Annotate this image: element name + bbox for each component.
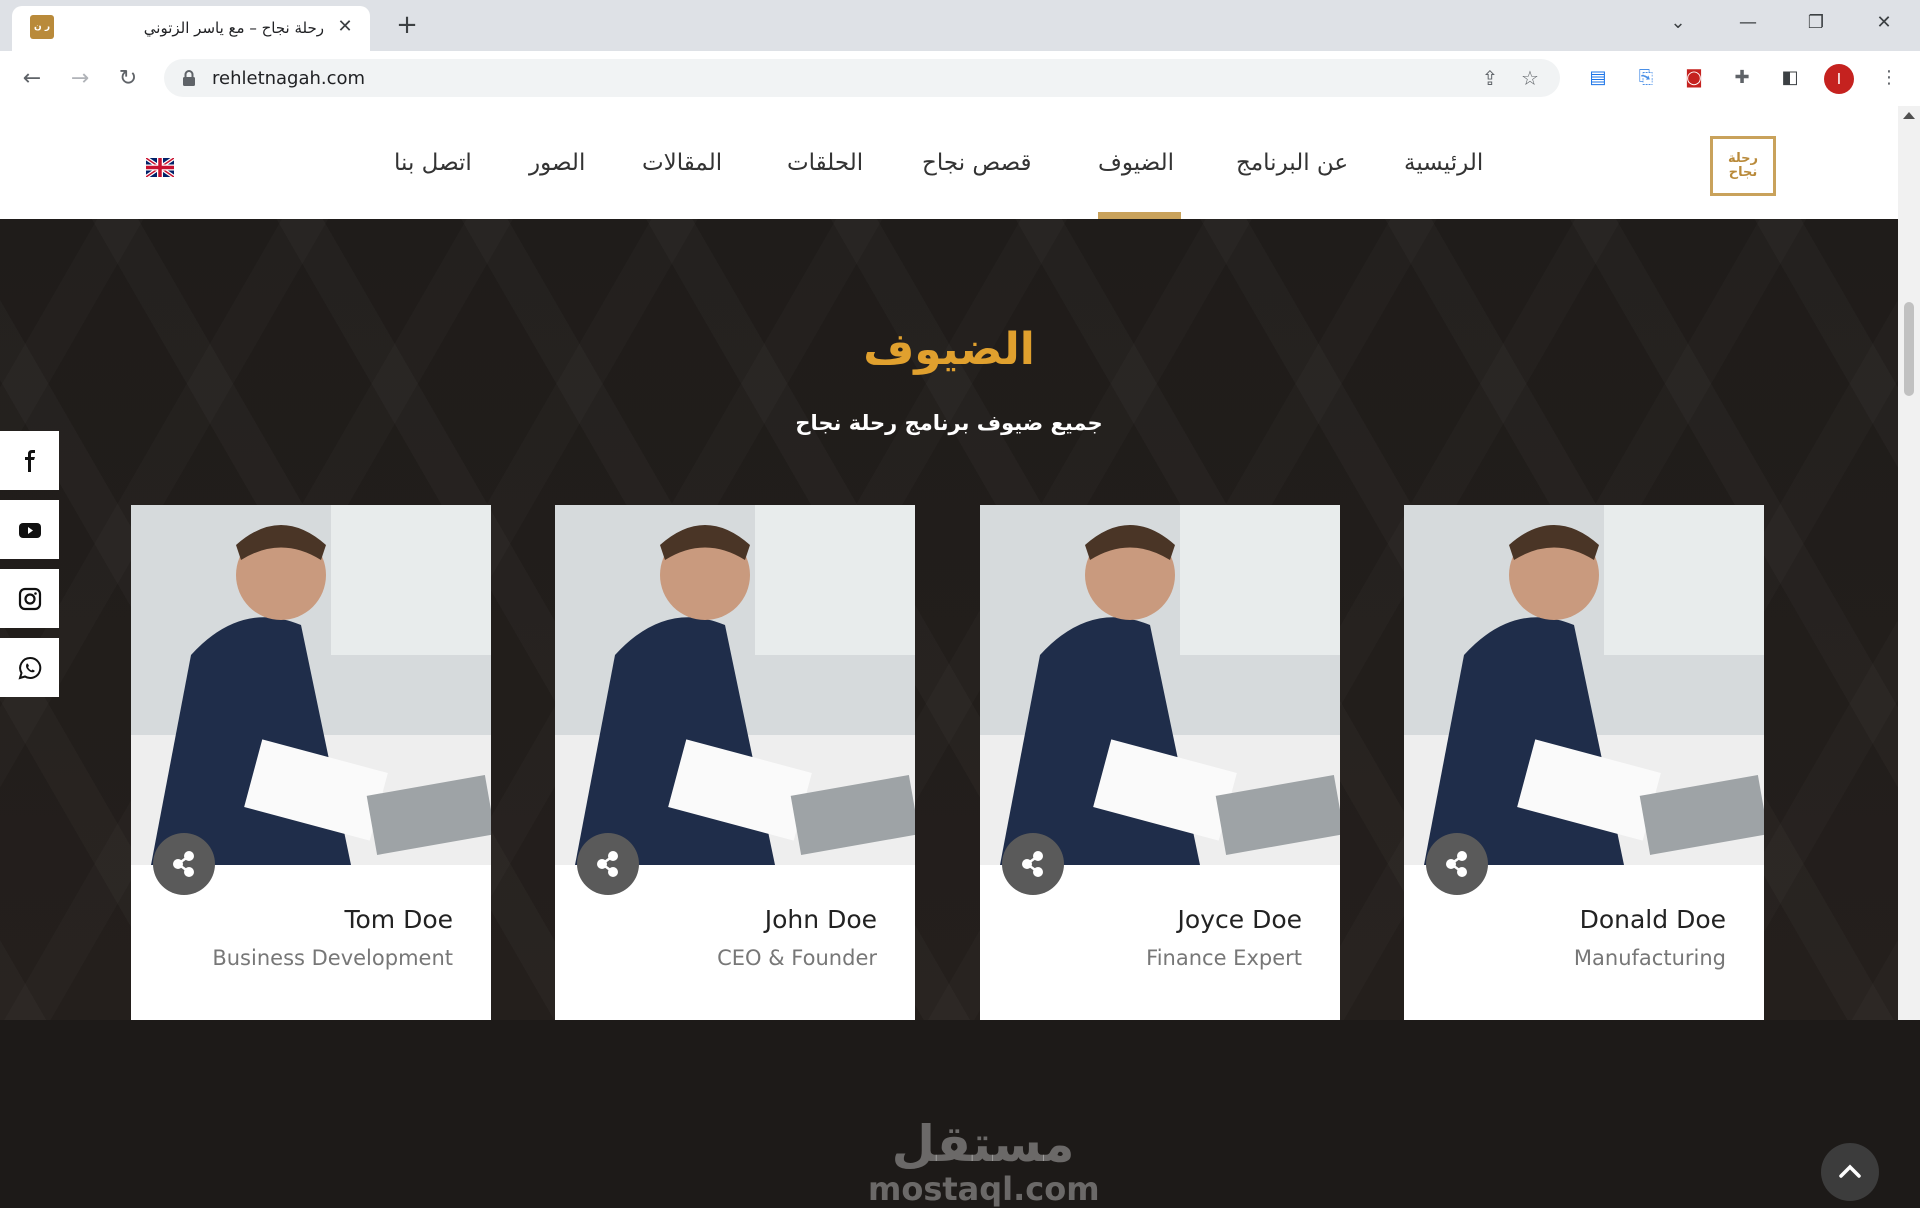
share-button[interactable] bbox=[1002, 833, 1064, 895]
nav-guests[interactable]: الضيوف bbox=[1098, 150, 1174, 176]
instagram-icon bbox=[18, 587, 42, 611]
instagram-link[interactable] bbox=[0, 569, 59, 628]
restore-icon[interactable]: ❐ bbox=[1796, 8, 1836, 38]
tab-search-chevron-icon[interactable]: ⌄ bbox=[1658, 8, 1698, 38]
facebook-link[interactable] bbox=[0, 431, 59, 490]
guest-card[interactable]: Joyce Doe Finance Expert bbox=[980, 505, 1340, 1020]
section-subtitle: جميع ضيوف برنامج رحلة نجاح bbox=[795, 411, 1103, 435]
side-panel-icon[interactable]: ◧ bbox=[1777, 65, 1803, 91]
guest-role: CEO & Founder bbox=[717, 946, 877, 970]
nav-photos[interactable]: الصور bbox=[529, 150, 585, 176]
nav-articles[interactable]: المقالات bbox=[642, 150, 722, 176]
more-menu-icon[interactable]: ⋮ bbox=[1876, 65, 1902, 91]
guest-card[interactable]: Tom Doe Business Development bbox=[131, 505, 491, 1020]
guest-card[interactable]: John Doe CEO & Founder bbox=[555, 505, 915, 1020]
chevron-up-icon bbox=[1839, 1164, 1861, 1178]
pdf-extension-icon[interactable]: ⎘ bbox=[1633, 65, 1659, 91]
nav-success-stories[interactable]: قصص نجاح bbox=[922, 150, 1032, 176]
guest-name: Tom Doe bbox=[344, 905, 453, 934]
back-arrow-icon[interactable]: ← bbox=[16, 63, 48, 95]
bookmark-star-icon[interactable]: ☆ bbox=[1518, 66, 1542, 90]
address-bar[interactable]: rehletnagah.com ⇪ ☆ bbox=[164, 59, 1560, 97]
section-title: الضيوف bbox=[863, 324, 1035, 375]
guest-photo bbox=[555, 505, 915, 865]
facebook-icon bbox=[25, 450, 35, 472]
watermark-latin: mostaql.com bbox=[868, 1170, 1100, 1208]
nav-about[interactable]: عن البرنامج bbox=[1236, 150, 1348, 176]
scrollbar-thumb[interactable] bbox=[1904, 302, 1914, 396]
pocket-extension-icon[interactable]: ◙ bbox=[1681, 65, 1707, 91]
share-icon bbox=[1022, 851, 1043, 877]
youtube-link[interactable] bbox=[0, 500, 59, 559]
site-header: رحلة نجاح الرئيسية عن البرنامج الضيوف قص… bbox=[0, 106, 1898, 219]
nav-episodes[interactable]: الحلقات bbox=[787, 150, 863, 176]
share-icon bbox=[597, 851, 618, 877]
url-text: rehletnagah.com bbox=[212, 68, 366, 89]
guest-photo bbox=[1404, 505, 1764, 865]
guest-name: Joyce Doe bbox=[1177, 905, 1302, 934]
nav-contact[interactable]: اتصل بنا bbox=[394, 150, 472, 176]
whatsapp-link[interactable] bbox=[0, 638, 59, 697]
close-window-icon[interactable]: ✕ bbox=[1864, 8, 1904, 38]
profile-avatar[interactable]: I bbox=[1824, 64, 1854, 94]
scroll-up-arrow-icon[interactable] bbox=[1903, 112, 1915, 119]
site-favicon-icon: ر ن bbox=[30, 15, 54, 39]
share-button[interactable] bbox=[1426, 833, 1488, 895]
browser-tab[interactable]: ر ن رحلة نجاح – مع ياسر الزتوني ✕ bbox=[12, 6, 370, 51]
scroll-to-top-button[interactable] bbox=[1821, 1143, 1879, 1201]
guest-name: Donald Doe bbox=[1579, 905, 1726, 934]
page-scrollbar[interactable] bbox=[1898, 106, 1920, 1020]
nav-active-indicator bbox=[1098, 212, 1181, 219]
youtube-icon bbox=[19, 523, 41, 538]
site-logo[interactable]: رحلة نجاح bbox=[1710, 136, 1776, 196]
guest-name: John Doe bbox=[764, 905, 877, 934]
nav-home[interactable]: الرئيسية bbox=[1404, 150, 1483, 176]
share-page-icon[interactable]: ⇪ bbox=[1478, 66, 1502, 90]
guests-section: الضيوف جميع ضيوف برنامج رحلة نجاح Tom Do… bbox=[0, 219, 1898, 1205]
watermark: مستقل mostaql.com bbox=[868, 1115, 1100, 1208]
reload-icon[interactable]: ↻ bbox=[112, 63, 144, 95]
guest-photo bbox=[131, 505, 491, 865]
guest-role: Business Development bbox=[212, 946, 453, 970]
browser-toolbar: ← → ↻ rehletnagah.com ⇪ ☆ ▤ ⎘ ◙ ✚ ◧ I ⋮ bbox=[0, 51, 1920, 107]
share-button[interactable] bbox=[153, 833, 215, 895]
tab-title: رحلة نجاح – مع ياسر الزتوني bbox=[143, 19, 324, 37]
docs-extension-icon[interactable]: ▤ bbox=[1585, 65, 1611, 91]
browser-tab-bar: ر ن رحلة نجاح – مع ياسر الزتوني ✕ + ⌄ — … bbox=[0, 0, 1920, 51]
forward-arrow-icon[interactable]: → bbox=[64, 63, 96, 95]
guest-role: Finance Expert bbox=[1146, 946, 1302, 970]
watermark-arabic: مستقل bbox=[891, 1115, 1075, 1173]
extensions-puzzle-icon[interactable]: ✚ bbox=[1729, 65, 1755, 91]
share-icon bbox=[173, 851, 194, 877]
share-button[interactable] bbox=[577, 833, 639, 895]
close-tab-icon[interactable]: ✕ bbox=[334, 16, 356, 38]
guest-card[interactable]: Donald Doe Manufacturing bbox=[1404, 505, 1764, 1020]
guest-photo bbox=[980, 505, 1340, 865]
share-icon bbox=[1446, 851, 1467, 877]
minimize-icon[interactable]: — bbox=[1728, 8, 1768, 38]
whatsapp-icon bbox=[18, 656, 42, 680]
uk-flag-icon[interactable] bbox=[146, 158, 174, 177]
lock-icon bbox=[183, 70, 195, 86]
new-tab-button[interactable]: + bbox=[392, 10, 422, 40]
guest-role: Manufacturing bbox=[1573, 946, 1726, 970]
